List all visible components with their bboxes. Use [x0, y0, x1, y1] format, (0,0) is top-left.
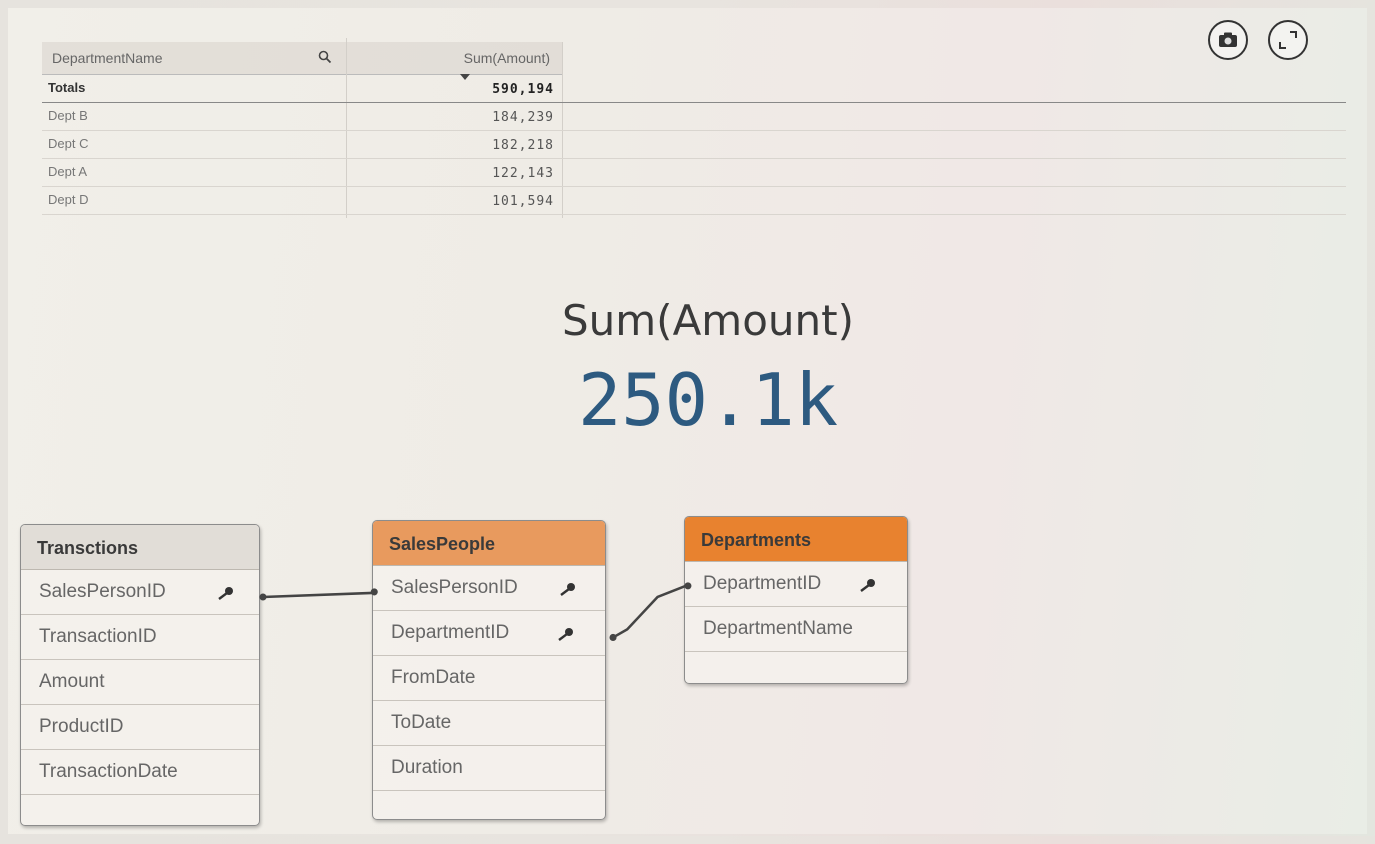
table-name: SalesPeople: [389, 534, 496, 554]
key-icon: [218, 587, 233, 600]
field-label: DepartmentName: [703, 618, 853, 639]
table-row[interactable]: Dept D 101,594: [42, 186, 1346, 215]
field-duration[interactable]: Duration: [373, 746, 605, 791]
table-header: SalesPeople: [373, 521, 605, 566]
field-label: Duration: [391, 757, 463, 778]
transactions-table[interactable]: Transctions SalesPersonID TransactionID …: [20, 524, 260, 826]
field-label: DepartmentID: [703, 573, 822, 594]
snapshot-button[interactable]: [1208, 20, 1248, 60]
field-label: TransactionDate: [39, 761, 178, 782]
expand-button[interactable]: [1268, 20, 1308, 60]
field-transactionid[interactable]: TransactionID: [21, 615, 259, 660]
field-label: FromDate: [391, 667, 476, 688]
field-label: ProductID: [39, 716, 124, 737]
field-label: SalesPersonID: [391, 577, 518, 598]
key-icon: [860, 579, 875, 592]
row-amount: 122,143: [492, 166, 554, 181]
field-label: DepartmentID: [391, 622, 510, 643]
field-departmentid[interactable]: DepartmentID: [373, 611, 605, 656]
row-department: Dept B: [48, 108, 88, 123]
field-amount[interactable]: Amount: [21, 660, 259, 705]
field-transactiondate[interactable]: TransactionDate: [21, 750, 259, 795]
field-salespersonid[interactable]: SalesPersonID: [21, 570, 259, 615]
field-todate[interactable]: ToDate: [373, 701, 605, 746]
table-header: Transctions: [21, 525, 259, 570]
totals-label: Totals: [48, 80, 86, 95]
row-department: Dept C: [48, 136, 89, 151]
field-salespersonid[interactable]: SalesPersonID: [373, 566, 605, 611]
key-icon: [560, 583, 575, 596]
departments-table[interactable]: Departments DepartmentID DepartmentName: [684, 516, 908, 684]
field-label: SalesPersonID: [39, 581, 166, 602]
row-amount: 182,218: [492, 138, 554, 153]
table-name: Transctions: [37, 538, 139, 558]
totals-row: Totals 590,194: [42, 74, 1346, 103]
search-icon[interactable]: [318, 50, 332, 69]
kpi-value: 250.1k: [577, 358, 839, 442]
totals-value: 590,194: [492, 82, 554, 97]
camera-icon: [1219, 32, 1237, 47]
row-department: Dept D: [48, 192, 89, 207]
field-departmentname[interactable]: DepartmentName: [685, 607, 907, 652]
link-salespersonid: [259, 588, 378, 601]
field-label: Amount: [39, 671, 105, 692]
row-amount: 101,594: [492, 194, 554, 209]
field-productid[interactable]: ProductID: [21, 705, 259, 750]
table-header: Departments: [685, 517, 907, 562]
field-departmentid[interactable]: DepartmentID: [685, 562, 907, 607]
key-icon: [558, 628, 573, 641]
field-fromdate[interactable]: FromDate: [373, 656, 605, 701]
salespeople-table[interactable]: SalesPeople SalesPersonID DepartmentID F…: [372, 520, 606, 820]
table-row[interactable]: Dept C 182,218: [42, 130, 1346, 159]
field-label: TransactionID: [39, 626, 157, 647]
kpi-title: Sum(Amount): [561, 296, 854, 345]
field-label: ToDate: [391, 712, 452, 733]
table-header: DepartmentName Sum(Amount): [42, 42, 562, 75]
row-amount: 184,239: [492, 110, 554, 125]
column-header-department[interactable]: DepartmentName: [52, 50, 163, 66]
column-header-sum-amount[interactable]: Sum(Amount): [464, 50, 550, 66]
table-row[interactable]: Dept A 122,143: [42, 158, 1346, 187]
table-name: Departments: [701, 530, 812, 550]
row-department: Dept A: [48, 164, 88, 179]
link-departmentid: [609, 582, 692, 642]
table-row[interactable]: Dept B 184,239: [42, 102, 1346, 131]
app-screen: DepartmentName Sum(Amount) Totals 590,19…: [8, 8, 1367, 834]
expand-icon: [1279, 31, 1297, 49]
